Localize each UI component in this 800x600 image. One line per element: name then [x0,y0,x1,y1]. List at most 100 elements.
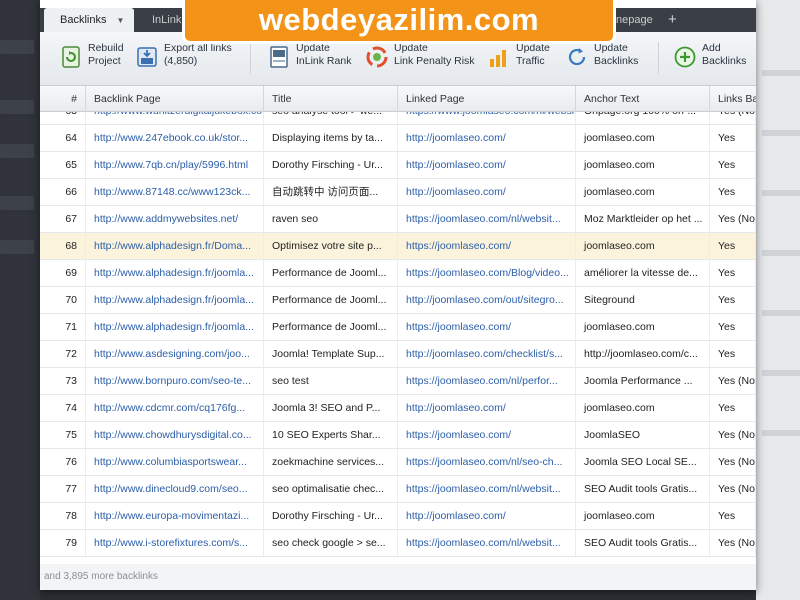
cell-backlink-page[interactable]: http://www.wurlitzerdigitaljukebox.co... [86,112,264,125]
tab-onepage[interactable]: nepage [614,8,664,32]
cell-linked-page[interactable]: http://joomlaseo.com/ [398,395,576,422]
cell-linked-page[interactable]: https://joomlaseo.com/Blog/video... [398,260,576,287]
app-window: Backlinks ▼ InLink nepage + Rebuild Proje… [40,0,756,590]
cell-linked-page[interactable]: https://joomlaseo.com/nl/websit... [398,476,576,503]
cell-backlink-page[interactable]: http://www.alphadesign.fr/joomla... [86,314,264,341]
update-traffic-button[interactable]: Update Traffic [488,42,550,76]
column-header-linked-page[interactable]: Linked Page [398,86,576,112]
cell-backlink-page[interactable]: http://www.alphadesign.fr/Doma... [86,233,264,260]
cell-backlink-page[interactable]: http://www.cdcmr.com/cq176fg... [86,395,264,422]
cell-number: 76 [40,449,86,476]
cell-linked-page[interactable]: https://joomlaseo.com/ [398,233,576,260]
table-row[interactable]: 75 http://www.chowdhurysdigital.co... 10 S… [40,422,756,449]
cell-linked-page[interactable]: https://joomlaseo.com/nl/websit... [398,206,576,233]
table-row[interactable]: 71 http://www.alphadesign.fr/joomla... Per… [40,314,756,341]
tab-backlinks[interactable]: Backlinks ▼ [44,8,134,32]
cell-title: Optimisez votre site p... [264,233,398,260]
cell-linked-page[interactable]: http://joomlaseo.com/out/sitegro... [398,287,576,314]
cell-number: 74 [40,395,86,422]
penalty-risk-icon [366,46,388,68]
cell-backlink-page[interactable]: http://www.chowdhurysdigital.co... [86,422,264,449]
table-header: # Backlink Page Title Linked Page Anchor… [40,86,756,112]
cell-backlink-page[interactable]: http://www.alphadesign.fr/joomla... [86,260,264,287]
cell-linked-page[interactable]: https://joomlaseo.com/nl/perfor... [398,368,576,395]
tab-label: nepage [616,14,653,26]
cell-title: seo optimalisatie chec... [264,476,398,503]
toolbar-separator [658,42,659,74]
table-row[interactable]: 69 http://www.alphadesign.fr/joomla... Per… [40,260,756,287]
table-row[interactable]: 67 http://www.addmywebsites.net/raven seo… [40,206,756,233]
table-row[interactable]: 70 http://www.alphadesign.fr/joomla... Per… [40,287,756,314]
table-row[interactable]: 76 http://www.columbiasportswear... zoekma… [40,449,756,476]
cell-title: zoekmachine services... [264,449,398,476]
cell-linked-page[interactable]: https://joomlaseo.com/ [398,314,576,341]
add-backlinks-button[interactable]: Add Backlinks [674,42,746,76]
cell-linked-page[interactable]: https://joomlaseo.com/ [398,422,576,449]
table-row[interactable]: 64 http://www.247ebook.co.uk/stor... Displ… [40,125,756,152]
cell-links-back: Yes [710,395,756,422]
cell-backlink-page[interactable]: http://www.247ebook.co.uk/stor... [86,125,264,152]
cell-anchor-text: joomlaseo.com [576,233,710,260]
blurred-line [762,70,800,76]
cell-backlink-page[interactable]: http://www.europa-movimentazi... [86,503,264,530]
blurred-menu-item [0,144,34,158]
background-right-panel [756,0,800,600]
chevron-down-icon[interactable]: ▼ [116,9,124,33]
cell-backlink-page[interactable]: http://www.addmywebsites.net/ [86,206,264,233]
table-row[interactable]: 73 http://www.bornpuro.com/seo-te... seo t… [40,368,756,395]
cell-links-back: Yes (No [710,112,756,125]
cell-backlink-page[interactable]: http://www.asdesigning.com/joo... [86,341,264,368]
column-header-number[interactable]: # [40,86,86,112]
add-tab-button[interactable]: + [668,8,677,32]
table-row[interactable]: 79 http://www.i-storefixtures.com/s... seo… [40,530,756,557]
cell-backlink-page[interactable]: http://www.columbiasportswear... [86,449,264,476]
table-row[interactable]: 72 http://www.asdesigning.com/joo... Jooml… [40,341,756,368]
cell-number: 79 [40,530,86,557]
cell-linked-page[interactable]: http://joomlaseo.com/ [398,152,576,179]
cell-backlink-page[interactable]: http://www.bornpuro.com/seo-te... [86,368,264,395]
export-all-links-button[interactable]: Export all links (4,850) [136,42,232,76]
column-header-anchor-text[interactable]: Anchor Text [576,86,710,112]
blurred-line [762,310,800,316]
blurred-menu-item [0,100,34,114]
cell-links-back: Yes (No [710,368,756,395]
cell-linked-page[interactable]: http://joomlaseo.com/ [398,179,576,206]
table-row[interactable]: 78 http://www.europa-movimentazi... Doroth… [40,503,756,530]
cell-anchor-text: joomlaseo.com [576,314,710,341]
watermark-banner: webdeyazilim.com [182,0,616,44]
plus-circle-icon [674,46,696,68]
cell-backlink-page[interactable]: http://www.dinecloud9.com/seo... [86,476,264,503]
update-backlinks-button[interactable]: Update Backlinks [566,42,638,76]
table-row[interactable]: 63http://www.wurlitzerdigitaljukebox.co.… [40,112,756,125]
update-inlink-rank-button[interactable]: Update InLink Rank [268,42,351,76]
cell-anchor-text: SEO Audit tools Gratis... [576,476,710,503]
cell-number: 75 [40,422,86,449]
cell-linked-page[interactable]: https://joomlaseo.com/nl/seo-ch... [398,449,576,476]
table-row[interactable]: 74 http://www.cdcmr.com/cq176fg... Joomla … [40,395,756,422]
table-row[interactable]: 66 http://www.87148.cc/www123ck... 自动跳转中 访… [40,179,756,206]
cell-linked-page[interactable]: http://joomlaseo.com/ [398,125,576,152]
column-header-backlink-page[interactable]: Backlink Page [86,86,264,112]
column-header-title[interactable]: Title [264,86,398,112]
cell-links-back: Yes (No [710,449,756,476]
rebuild-project-button[interactable]: Rebuild Project [60,42,124,76]
update-link-penalty-risk-button[interactable]: Update Link Penalty Risk [366,42,475,76]
export-all-links-label: Export all links (4,850) [164,42,232,67]
cell-linked-page[interactable]: https://joomlaseo.com/nl/websit... [398,530,576,557]
table-row[interactable]: 77 http://www.dinecloud9.com/seo... seo op… [40,476,756,503]
cell-backlink-page[interactable]: http://www.7qb.cn/play/5996.html [86,152,264,179]
more-backlinks-footer: and 3,895 more backlinks [40,564,756,590]
table-row[interactable]: 65 http://www.7qb.cn/play/5996.html Doroth… [40,152,756,179]
column-header-links-back[interactable]: Links Ba [710,86,756,112]
table-row[interactable]: 68 http://www.alphadesign.fr/Doma... Optim… [40,233,756,260]
cell-backlink-page[interactable]: http://www.i-storefixtures.com/s... [86,530,264,557]
cell-linked-page[interactable]: https://www.joomlaseo.com/nl/websit... [398,112,576,125]
blurred-line [762,190,800,196]
cell-linked-page[interactable]: http://joomlaseo.com/checklist/s... [398,341,576,368]
cell-number: 70 [40,287,86,314]
cell-backlink-page[interactable]: http://www.alphadesign.fr/joomla... [86,287,264,314]
rebuild-icon [62,46,80,68]
cell-linked-page[interactable]: http://joomlaseo.com/ [398,503,576,530]
cell-backlink-page[interactable]: http://www.87148.cc/www123ck... [86,179,264,206]
cell-links-back: Yes [710,314,756,341]
